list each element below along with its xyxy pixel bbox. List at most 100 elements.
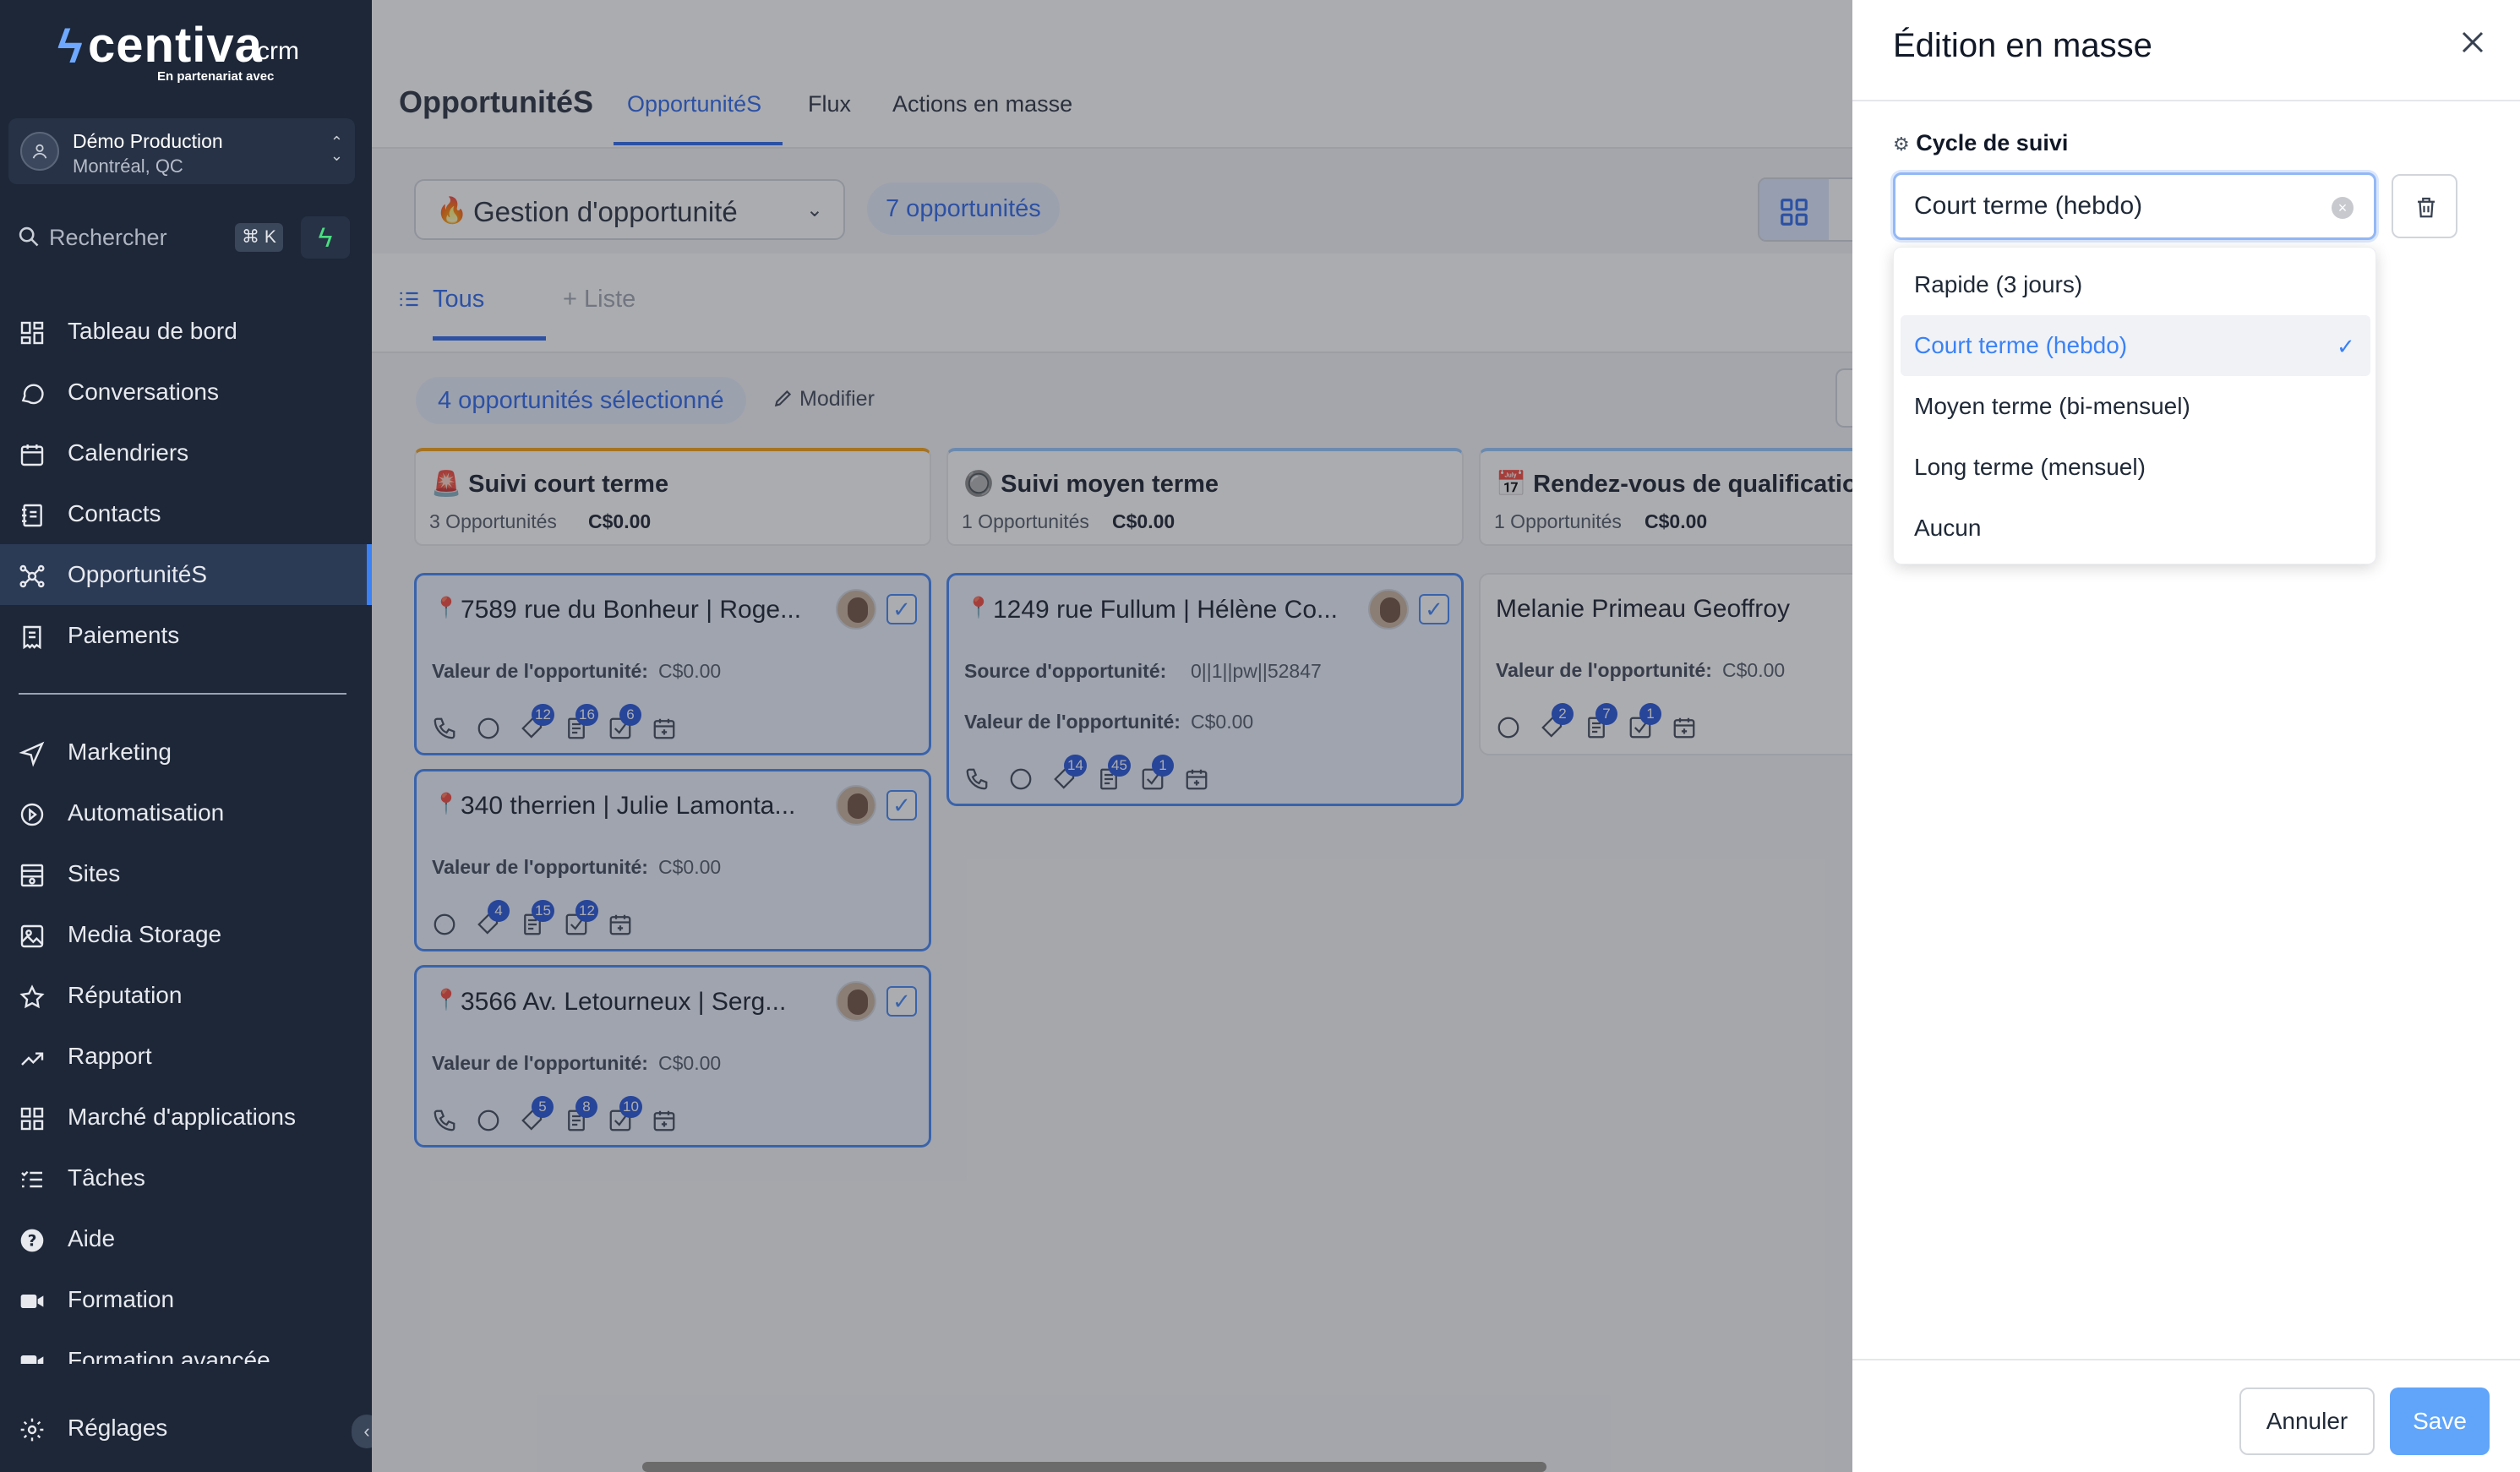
sidebar-item-help[interactable]: ? Aide [0, 1208, 372, 1269]
horizontal-scrollbar[interactable] [642, 1462, 1546, 1472]
sites-icon [20, 864, 44, 887]
sidebar-item-label: Formation [68, 1286, 175, 1312]
sidebar-item-label: Tâches [68, 1164, 145, 1191]
sidebar-item-contacts[interactable]: Contacts [0, 483, 372, 544]
sidebar-item-tasks[interactable]: Tâches [0, 1148, 372, 1208]
automation-icon [20, 803, 44, 826]
sidebar-item-label: Conversations [68, 379, 219, 405]
sidebar-nav-secondary: Marketing Automatisation Sites Media Sto… [0, 722, 372, 1364]
sidebar-item-label: Aide [68, 1225, 116, 1251]
sidebar-item-app-market[interactable]: Marché d'applications [0, 1087, 372, 1148]
chevron-updown-icon: ⌃ ⌄ [330, 134, 343, 164]
sidebar-item-calendars[interactable]: Calendriers [0, 423, 372, 483]
sidebar-item-settings[interactable]: Réglages [0, 1398, 372, 1458]
gear-icon: ⚙ [1893, 134, 1910, 155]
sidebar-item-label: Sites [68, 860, 121, 886]
select-dropdown: Rapide (3 jours) Court terme (hebdo) ✓ Mo… [1893, 247, 2376, 564]
sidebar-item-label: OpportunitéS [68, 561, 207, 587]
sidebar-item-automation[interactable]: Automatisation [0, 782, 372, 843]
image-icon [20, 924, 44, 948]
search-icon [19, 226, 39, 247]
sidebar-item-label: Paiements [68, 622, 180, 648]
video-icon [20, 1355, 44, 1364]
option-label: Aucun [1914, 515, 1982, 541]
dropdown-option[interactable]: Moyen terme (bi-mensuel) [1901, 376, 2370, 437]
trash-icon [2418, 197, 2435, 218]
sidebar-item-label: Réputation [68, 982, 183, 1008]
search: ⌘ K [8, 216, 289, 259]
chat-icon [21, 384, 44, 405]
account-switcher[interactable]: Démo Production Montréal, QC ⌃ ⌄ [8, 118, 355, 184]
sidebar-nav-footer: Réglages [0, 1398, 372, 1458]
sidebar-item-report[interactable]: Rapport [0, 1026, 372, 1087]
bulk-edit-drawer: Édition en masse ⚙ Cycle de suivi Court … [1852, 0, 2520, 1472]
video-icon [20, 1295, 44, 1308]
option-label: Moyen terme (bi-mensuel) [1914, 393, 2190, 419]
check-icon: ✓ [2337, 334, 2355, 359]
search-input[interactable] [49, 221, 235, 254]
sidebar-item-media-storage[interactable]: Media Storage [0, 904, 372, 965]
sidebar-item-label: Réglages [68, 1415, 168, 1441]
dropdown-option[interactable]: Rapide (3 jours) [1901, 254, 2370, 315]
sidebar-item-marketing[interactable]: Marketing [0, 722, 372, 782]
sidebar-item-label: Marché d'applications [68, 1104, 296, 1130]
drawer-title: Édition en masse [1893, 27, 2152, 64]
account-location: Montréal, QC [73, 155, 183, 177]
sidebar-item-label: Marketing [68, 739, 172, 765]
cancel-button[interactable]: Annuler [2239, 1387, 2375, 1455]
star-icon [19, 984, 45, 1009]
user-icon [32, 144, 47, 159]
sidebar-item-label: Formation avancée [68, 1347, 270, 1364]
dashboard-icon [20, 321, 44, 345]
logo[interactable]: ϟ centiva crm En partenariat avec [57, 17, 311, 91]
sidebar-item-advanced-training[interactable]: Formation avancée [0, 1330, 372, 1364]
follow-up-cycle-select[interactable]: Court terme (hebdo) × [1893, 172, 2376, 240]
dropdown-option[interactable]: Long terme (mensuel) [1901, 437, 2370, 498]
sidebar-item-label: Media Storage [68, 921, 222, 947]
calendar-icon [20, 444, 44, 466]
opportunities-icon [19, 564, 45, 588]
dropdown-option-selected[interactable]: Court terme (hebdo) ✓ [1901, 315, 2370, 376]
search-shortcut: ⌘ K [235, 223, 283, 252]
logo-suffix: crm [257, 37, 299, 65]
dropdown-option[interactable]: Aucun [1901, 498, 2370, 559]
select-value: Court terme (hebdo) [1914, 192, 2143, 220]
logo-name: centiva [88, 18, 263, 73]
account-avatar [20, 132, 59, 171]
account-name: Démo Production [73, 130, 223, 152]
sidebar-item-payments[interactable]: Paiements [0, 605, 372, 666]
sidebar-item-dashboard[interactable]: Tableau de bord [0, 301, 372, 362]
payments-icon [23, 625, 41, 650]
close-icon[interactable] [2454, 24, 2491, 61]
svg-text:?: ? [28, 1233, 37, 1251]
drawer-footer-divider [1852, 1359, 2520, 1360]
sidebar-item-opportunities[interactable]: OpportunitéS [0, 544, 372, 605]
sidebar-item-sites[interactable]: Sites [0, 843, 372, 904]
delete-field-button[interactable] [2392, 174, 2457, 238]
help-icon: ? [20, 1229, 44, 1252]
quick-action-bolt-icon[interactable]: ϟ [301, 216, 350, 259]
modal-backdrop[interactable] [372, 0, 1852, 1472]
logo-tagline: En partenariat avec [157, 69, 275, 84]
sidebar-item-label: Contacts [68, 500, 161, 526]
sidebar-item-conversations[interactable]: Conversations [0, 362, 372, 423]
option-label: Court terme (hebdo) [1914, 332, 2128, 358]
send-icon [19, 741, 45, 767]
save-button[interactable]: Save [2390, 1387, 2490, 1455]
sidebar-item-label: Automatisation [68, 799, 225, 826]
option-label: Long terme (mensuel) [1914, 454, 2146, 480]
sidebar-nav-primary: Tableau de bord Conversations Calendrier… [0, 301, 372, 666]
trend-icon [21, 1052, 44, 1066]
logo-bolt-icon: ϟ [57, 19, 83, 73]
sidebar-item-reputation[interactable]: Réputation [0, 965, 372, 1026]
sidebar-divider [19, 693, 346, 695]
sidebar-item-label: Tableau de bord [68, 318, 237, 344]
clear-icon[interactable]: × [2332, 197, 2354, 219]
sidebar: ϟ centiva crm En partenariat avec Démo P… [0, 0, 382, 1472]
field-label: ⚙ Cycle de suivi [1893, 130, 2068, 156]
gear-icon [20, 1418, 44, 1442]
contacts-icon [22, 504, 42, 527]
sidebar-item-label: Calendriers [68, 439, 189, 466]
sidebar-item-training[interactable]: Formation [0, 1269, 372, 1330]
apps-icon [20, 1107, 44, 1131]
